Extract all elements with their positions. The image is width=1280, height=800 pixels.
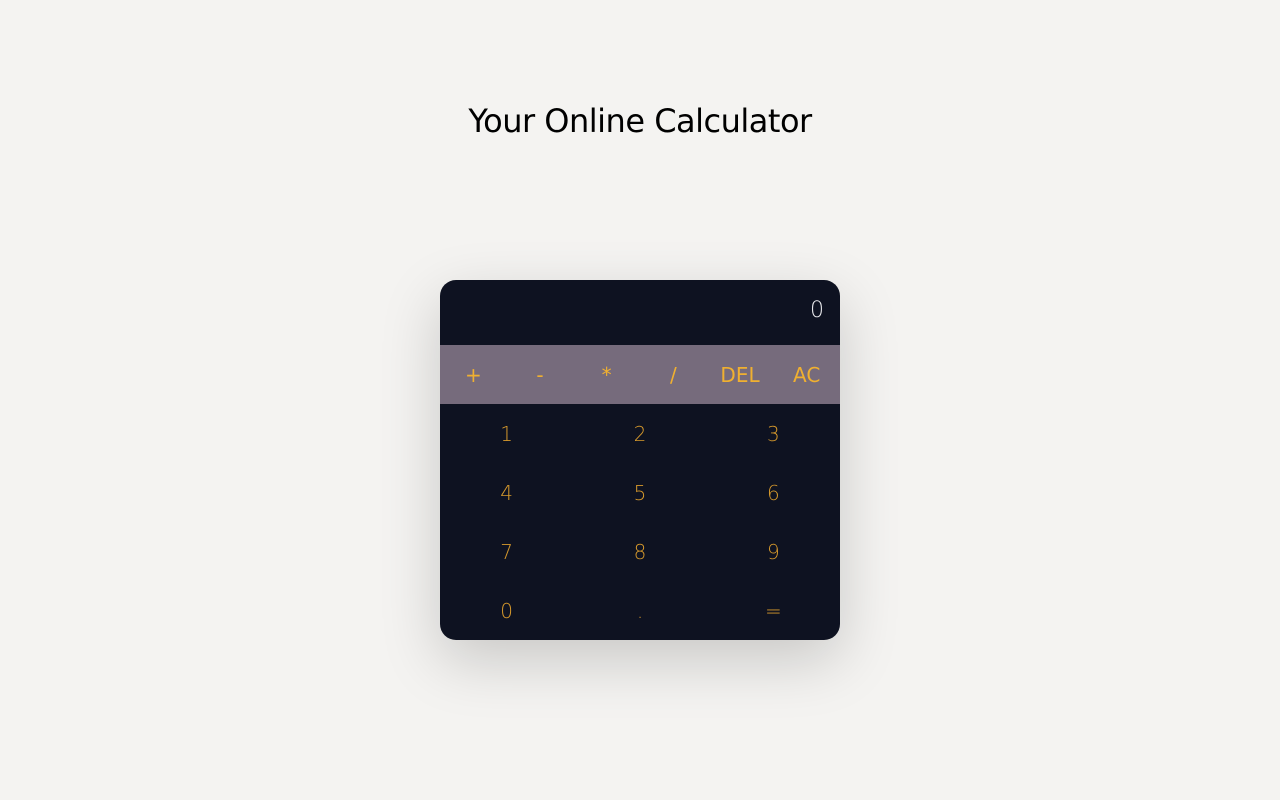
decimal-button[interactable]: .: [573, 581, 706, 640]
digit-0-button[interactable]: 0: [440, 581, 573, 640]
equals-button[interactable]: =: [707, 581, 840, 640]
digit-2-button[interactable]: 2: [573, 404, 706, 463]
digit-7-button[interactable]: 7: [440, 522, 573, 581]
page-title: Your Online Calculator: [468, 102, 812, 140]
divide-button[interactable]: /: [640, 345, 707, 404]
add-button[interactable]: +: [440, 345, 507, 404]
delete-button[interactable]: DEL: [707, 345, 774, 404]
all-clear-button[interactable]: AC: [773, 345, 840, 404]
digit-pad: 1 2 3 4 5 6 7 8 9 0 . =: [440, 404, 840, 640]
digit-6-button[interactable]: 6: [707, 463, 840, 522]
digit-9-button[interactable]: 9: [707, 522, 840, 581]
digit-5-button[interactable]: 5: [573, 463, 706, 522]
digit-8-button[interactable]: 8: [573, 522, 706, 581]
display-value: 0: [810, 298, 824, 323]
multiply-button[interactable]: *: [573, 345, 640, 404]
page: Your Online Calculator 0 + - * / DEL AC …: [0, 0, 1280, 800]
calculator-display: 0: [440, 280, 840, 345]
digit-4-button[interactable]: 4: [440, 463, 573, 522]
calculator: 0 + - * / DEL AC 1 2 3 4 5 6 7 8 9 0 . =: [440, 280, 840, 640]
operator-bar: + - * / DEL AC: [440, 345, 840, 404]
digit-3-button[interactable]: 3: [707, 404, 840, 463]
subtract-button[interactable]: -: [507, 345, 574, 404]
digit-1-button[interactable]: 1: [440, 404, 573, 463]
